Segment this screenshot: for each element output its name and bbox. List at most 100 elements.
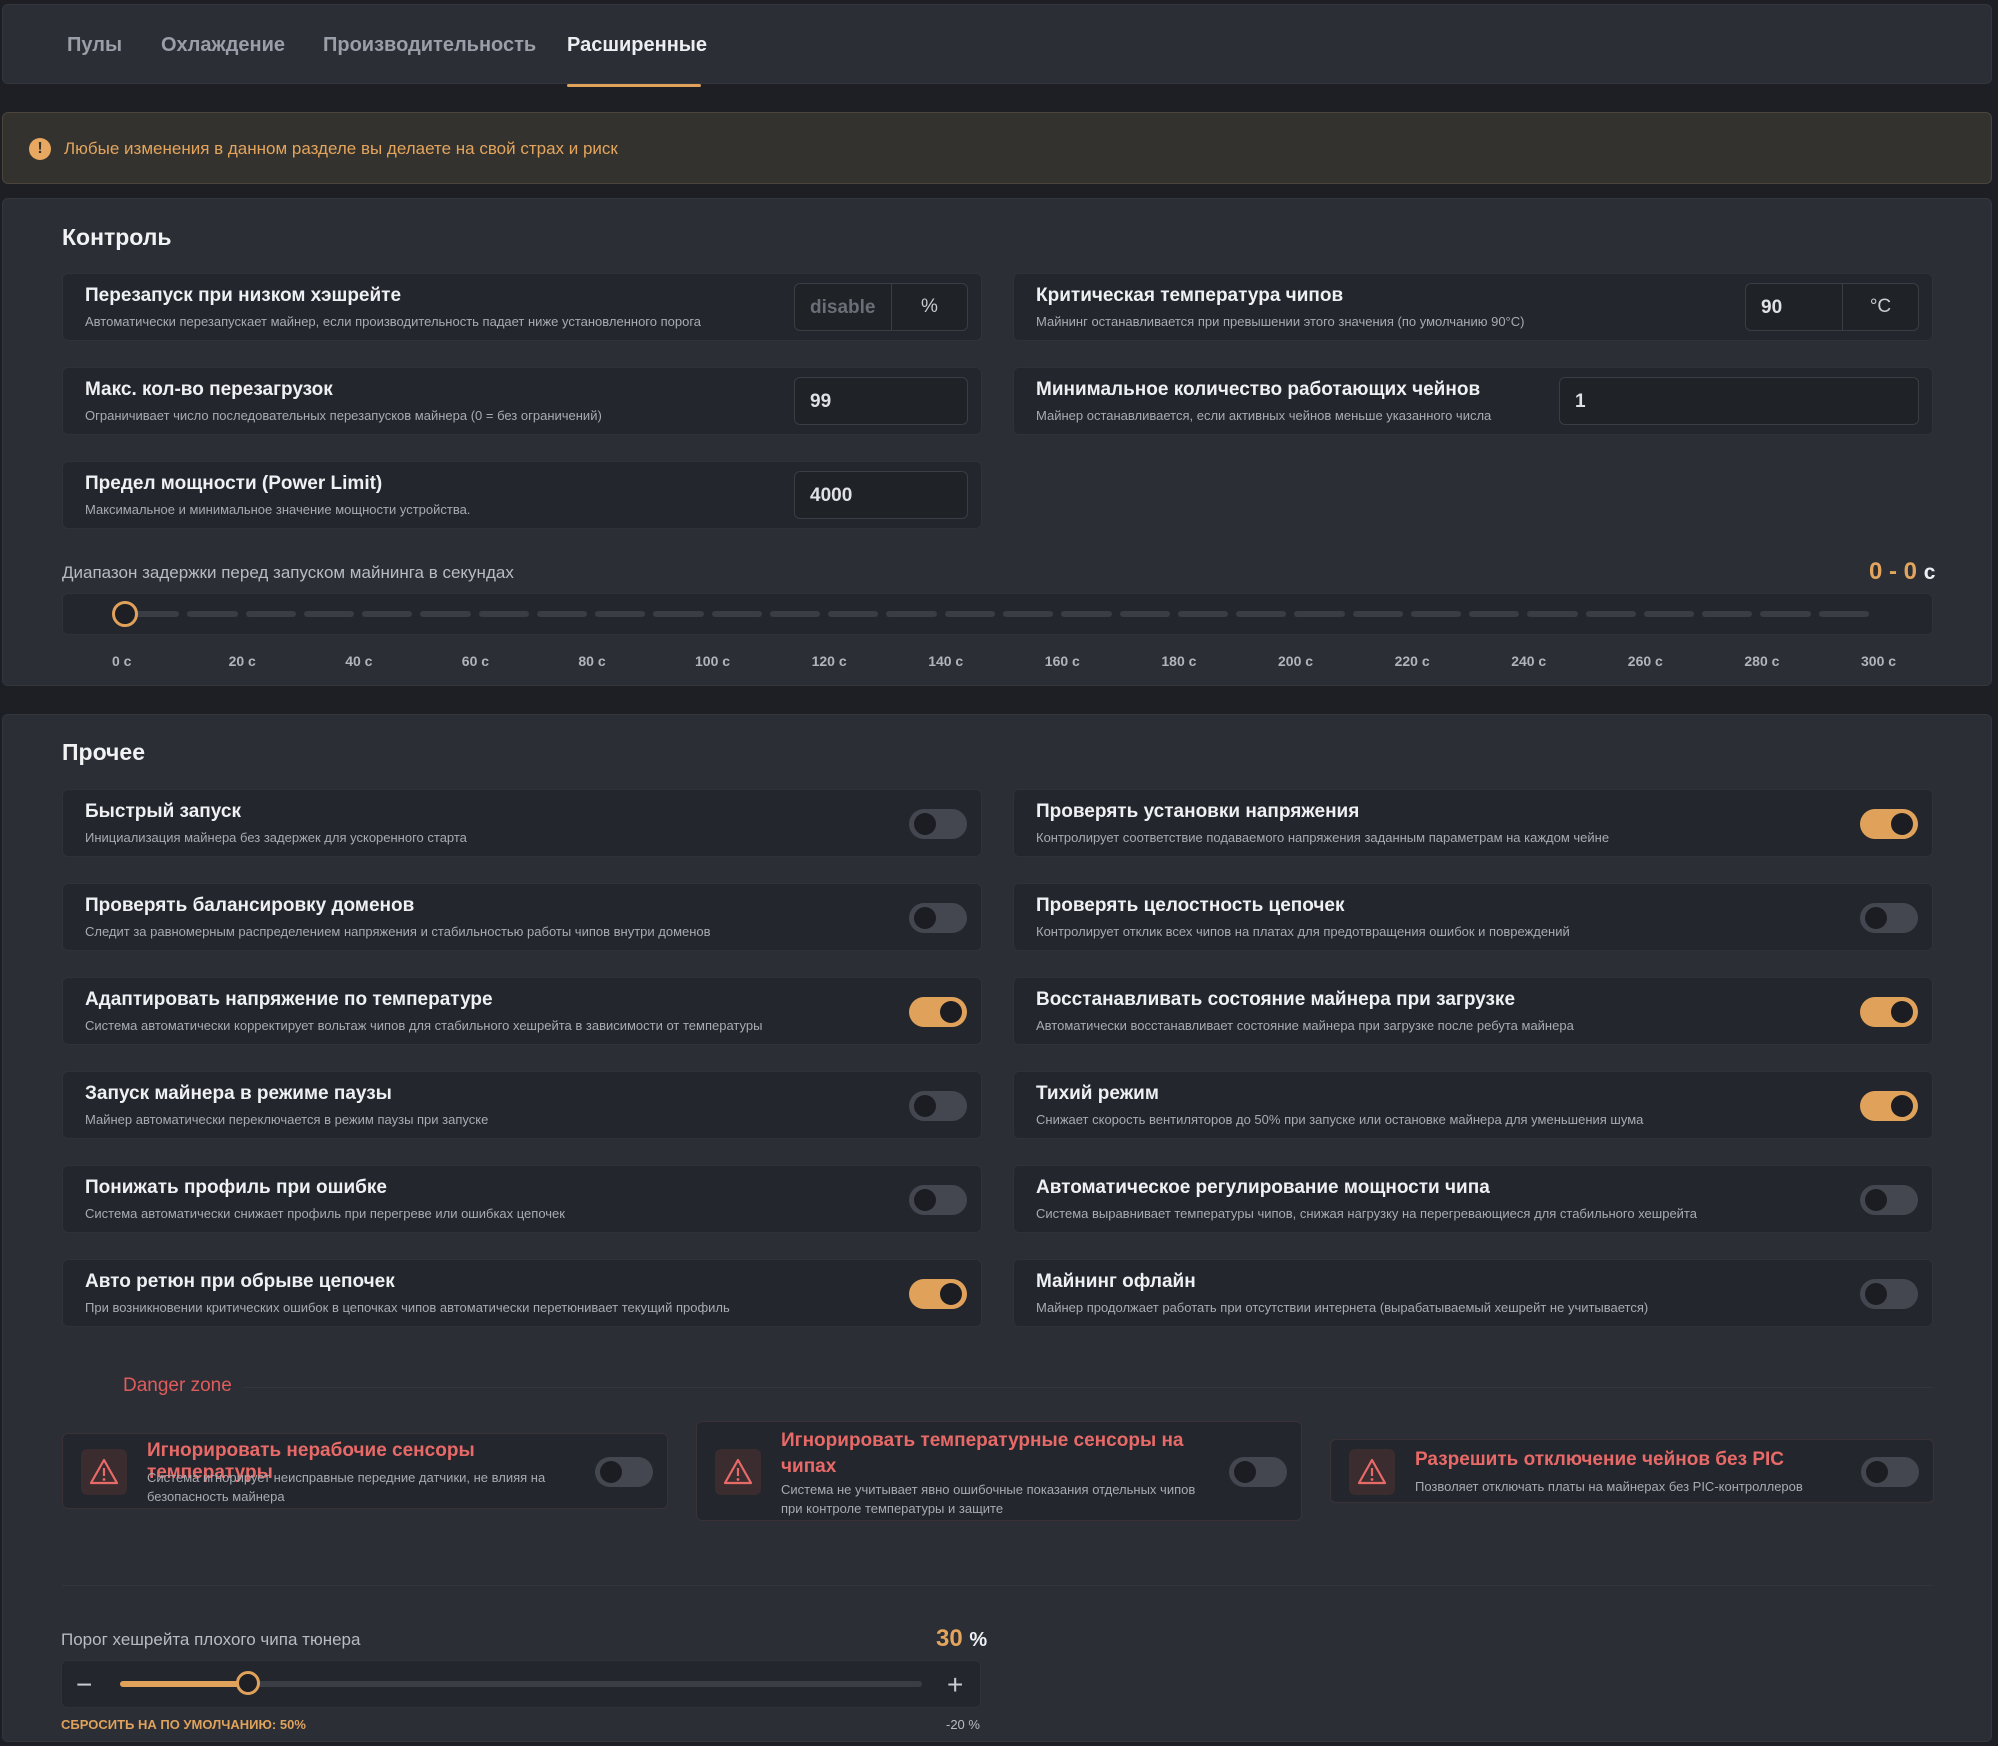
setting-description: Максимальное и минимальное значение мощн… [85, 502, 471, 517]
setting-title: Понижать профиль при ошибке [85, 1177, 387, 1198]
delay-range-unit: с [1923, 561, 1936, 584]
toggle-switch[interactable] [909, 1185, 967, 1215]
slider-segment [1818, 611, 1869, 617]
slider-segment [420, 611, 471, 617]
toggle-switch[interactable] [909, 1279, 967, 1309]
toggle-switch[interactable] [909, 903, 967, 933]
threshold-value: 30 % [936, 1625, 987, 1653]
toggle-switch[interactable] [909, 809, 967, 839]
toggle-setting-card: Проверять целостность цепочек Контролируе… [1013, 883, 1933, 951]
setting-title: Макс. кол-во перезагрузок [85, 379, 333, 400]
divider [62, 1585, 1933, 1586]
slider-segment [595, 611, 646, 617]
tab-performance[interactable]: Производительность [323, 34, 536, 57]
slider-segment [828, 611, 879, 617]
restart-threshold-field[interactable]: disable % [794, 283, 968, 331]
tab-pools[interactable]: Пулы [67, 34, 122, 57]
toggle-knob [914, 813, 936, 835]
toggle-switch[interactable] [1860, 1091, 1918, 1121]
toggle-knob [600, 1461, 622, 1483]
toggle-switch[interactable] [1860, 997, 1918, 1027]
slider-thumb[interactable] [236, 1671, 261, 1695]
toggle-switch[interactable] [1860, 903, 1918, 933]
reset-default-link[interactable]: СБРОСИТЬ НА ПО УМОЛЧАНИЮ: 50% [61, 1717, 306, 1732]
slider-segment [653, 611, 704, 617]
min-chains-field[interactable]: 1 [1559, 377, 1919, 425]
warning-triangle-icon [715, 1449, 761, 1495]
field-value: 1 [1575, 391, 1586, 412]
tab-advanced[interactable]: Расширенные [567, 34, 707, 57]
minus-button[interactable]: − [76, 1669, 92, 1701]
danger-description: Система игнорирует неисправные передние … [147, 1470, 546, 1504]
delay-range-label: Диапазон задержки перед запуском майнинг… [62, 563, 514, 582]
tick-label: 180 с [1161, 653, 1197, 669]
danger-card: Игнорировать температурные сенсоры на чи… [696, 1421, 1302, 1521]
tick-label: 0 с [112, 653, 132, 669]
slider-thumb[interactable] [112, 601, 138, 627]
toggle-switch[interactable] [909, 1091, 967, 1121]
setting-title: Адаптировать напряжение по температуре [85, 989, 493, 1010]
tick-label: 280 с [1744, 653, 1780, 669]
toggle-switch[interactable] [1860, 809, 1918, 839]
toggle-setting-card: Автоматическое регулирование мощности чи… [1013, 1165, 1933, 1233]
toggle-switch[interactable] [909, 997, 967, 1027]
setting-description: Инициализация майнера без задержек для у… [85, 830, 467, 845]
setting-description: Майнер продолжает работать при отсутстви… [1036, 1300, 1649, 1315]
field-value: 99 [810, 391, 832, 412]
setting-description: Система автоматически снижает профиль пр… [85, 1206, 565, 1221]
danger-zone-title: Danger zone [123, 1375, 232, 1396]
toggle-knob [940, 1283, 962, 1305]
toggle-switch[interactable] [1229, 1457, 1287, 1487]
tick-label: 60 с [461, 653, 490, 669]
toggle-switch[interactable] [1860, 1279, 1918, 1309]
delay-range-value: 0 - 0 с [1869, 558, 1935, 586]
slider-segment [362, 611, 413, 617]
toggle-setting-card: Адаптировать напряжение по температуре Си… [62, 977, 982, 1045]
toggle-switch[interactable] [595, 1457, 653, 1487]
warning-triangle-icon [1349, 1449, 1395, 1495]
setting-description: Следит за равномерным распределением нап… [85, 924, 711, 939]
setting-title: Запуск майнера в режиме паузы [85, 1083, 392, 1104]
slider-segment [245, 611, 296, 617]
setting-description: Контролирует соответствие подаваемого на… [1036, 830, 1610, 845]
danger-description: Система не учитывает явно ошибочные пока… [781, 1482, 1196, 1516]
threshold-number: 30 [936, 1625, 963, 1652]
setting-title: Предел мощности (Power Limit) [85, 473, 383, 494]
field-value: disable [810, 297, 876, 318]
field-value: 4000 [810, 485, 853, 506]
setting-title: Минимальное количество работающих чейнов [1036, 379, 1481, 400]
toggle-knob [1866, 1461, 1888, 1483]
toggle-knob [1865, 1283, 1887, 1305]
toggle-knob [940, 1001, 962, 1023]
power-limit-field[interactable]: 4000 [794, 471, 968, 519]
setting-card: Предел мощности (Power Limit) Максимальн… [62, 461, 982, 529]
plus-button[interactable]: + [947, 1669, 963, 1701]
slider-segment [1527, 611, 1578, 617]
toggle-knob [1234, 1461, 1256, 1483]
threshold-min-label: -20 % [946, 1717, 980, 1732]
threshold-slider: − + [61, 1660, 981, 1708]
section-title: Прочее [62, 739, 145, 765]
setting-title: Авто ретюн при обрыве цепочек [85, 1271, 395, 1292]
delay-range-slider[interactable] [62, 593, 1933, 635]
toggle-knob [1891, 1001, 1913, 1023]
slider-segment [711, 611, 762, 617]
setting-title: Майнинг офлайн [1036, 1271, 1196, 1292]
setting-title: Проверять целостность цепочек [1036, 895, 1345, 916]
slider-track[interactable] [120, 1671, 922, 1695]
slider-segment [1760, 611, 1811, 617]
setting-card: Критическая температура чипов Майнинг ос… [1013, 273, 1933, 341]
toggle-switch[interactable] [1861, 1457, 1919, 1487]
slider-segment [536, 611, 588, 617]
critical-temp-field[interactable]: 90 °C [1745, 283, 1919, 331]
tab-cooling[interactable]: Охлаждение [161, 34, 285, 57]
toggle-knob [914, 1189, 936, 1211]
danger-card: Разрешить отключение чейнов без PIC Позв… [1330, 1439, 1934, 1503]
setting-description: Система автоматически корректирует вольт… [85, 1018, 763, 1033]
toggle-switch[interactable] [1860, 1185, 1918, 1215]
toggle-setting-card: Проверять установки напряжения Контролиру… [1013, 789, 1933, 857]
control-section: Контроль Перезапуск при низком хэшрейте … [2, 198, 1992, 686]
max-reboots-field[interactable]: 99 [794, 377, 968, 425]
setting-title: Быстрый запуск [85, 801, 241, 822]
setting-title: Проверять балансировку доменов [85, 895, 415, 916]
